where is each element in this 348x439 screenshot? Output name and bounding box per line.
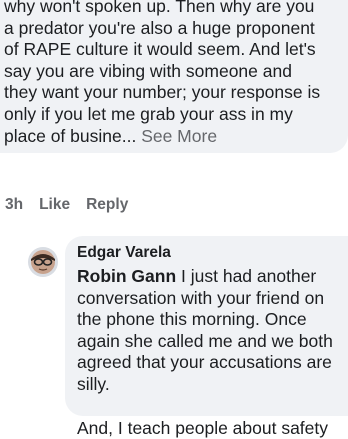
avatar[interactable] (28, 247, 58, 277)
see-more-link[interactable]: See More (141, 126, 217, 146)
reply-author[interactable]: Edgar Varela (77, 244, 348, 262)
comment-actions: 3h Like Reply (5, 196, 128, 214)
comment-time: 3h (5, 196, 24, 213)
comment-bubble: why won't spoken up. Then why are you a … (0, 0, 348, 154)
comment-text: why won't spoken up. Then why are you a … (4, 0, 321, 146)
reply-button[interactable]: Reply (86, 196, 128, 214)
mention-link[interactable]: Robin Gann (77, 266, 176, 286)
like-button[interactable]: Like (39, 196, 70, 214)
avatar-image-icon (28, 247, 58, 277)
reply-text-2: And, I teach people about safety (77, 417, 329, 438)
reply-bubble: Edgar Varela Robin Gann I just had anoth… (65, 236, 348, 438)
